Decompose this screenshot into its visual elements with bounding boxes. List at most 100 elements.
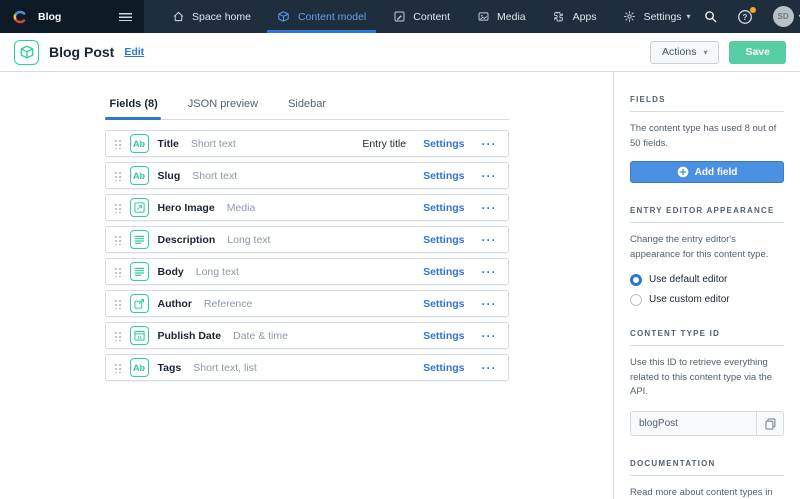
radio-icon[interactable]: [630, 274, 642, 286]
notification-dot: [750, 7, 756, 13]
actions-button[interactable]: Actions ▾: [650, 41, 719, 64]
chevron-down-icon: ▾: [703, 48, 707, 57]
field-settings-link[interactable]: Settings: [423, 298, 464, 310]
field-more-button[interactable]: ···: [482, 234, 497, 246]
nav-item-content-model[interactable]: Content model ▾: [264, 0, 379, 33]
field-name: Title: [158, 138, 179, 150]
drag-handle-icon[interactable]: [114, 362, 121, 373]
search-icon[interactable]: [704, 10, 717, 23]
field-more-button[interactable]: ···: [482, 266, 497, 278]
nav-item-label: Space home: [192, 11, 251, 23]
field-more-button[interactable]: ···: [482, 170, 497, 182]
radio-option-use-default-editor[interactable]: Use default editor: [630, 274, 784, 286]
nav-item-label: Settings: [644, 11, 682, 23]
content-type-icon: [14, 40, 39, 65]
field-row-tags: Ab Tags Short text, list Settings ···: [105, 354, 509, 381]
radio-icon[interactable]: [630, 294, 642, 306]
content-icon: [392, 10, 406, 24]
page-title: Blog Post: [49, 44, 114, 60]
drag-handle-icon[interactable]: [114, 202, 121, 213]
copy-button[interactable]: [756, 411, 784, 436]
tab-json-preview[interactable]: JSON preview: [187, 93, 259, 119]
svg-text:?: ?: [742, 13, 747, 22]
content-type-id-heading: CONTENT TYPE ID: [630, 329, 784, 346]
nav-item-label: Apps: [573, 11, 597, 23]
add-field-button[interactable]: Add field: [630, 161, 784, 183]
drag-handle-icon[interactable]: [114, 138, 121, 149]
field-type-label: Short text, list: [193, 362, 257, 374]
nav-item-media[interactable]: Media ▾: [463, 0, 539, 33]
content-type-id-group: [630, 411, 784, 436]
drag-handle-icon[interactable]: [114, 234, 121, 245]
field-settings-link[interactable]: Settings: [423, 170, 464, 182]
nav-item-content[interactable]: Content ▾: [379, 0, 463, 33]
field-more-button[interactable]: ···: [482, 330, 497, 342]
doc-text: Read more about content types in our: [630, 487, 773, 499]
drag-handle-icon[interactable]: [114, 266, 121, 277]
save-button[interactable]: Save: [729, 41, 786, 64]
help-icon[interactable]: ?: [737, 9, 753, 25]
field-name: Tags: [158, 362, 182, 374]
field-name: Slug: [158, 170, 181, 182]
account-menu[interactable]: SD ▾: [773, 6, 800, 27]
field-settings-link[interactable]: Settings: [423, 138, 464, 150]
media-icon: [476, 10, 490, 24]
svg-text:31: 31: [137, 335, 142, 340]
field-more-button[interactable]: ···: [482, 362, 497, 374]
copy-icon: [765, 418, 776, 430]
chevron-down-icon: ▾: [687, 12, 691, 21]
right-sidebar: FIELDS The content type has used 8 out o…: [613, 72, 800, 499]
field-row-description: Description Long text Settings ···: [105, 226, 509, 253]
field-more-button[interactable]: ···: [482, 202, 497, 214]
short-text-icon: Ab: [130, 358, 149, 377]
field-settings-link[interactable]: Settings: [423, 362, 464, 374]
nav-item-label: Content: [413, 11, 450, 23]
nav-item-apps[interactable]: Apps ▾: [539, 0, 610, 33]
add-field-label: Add field: [695, 167, 738, 178]
field-settings-link[interactable]: Settings: [423, 202, 464, 214]
field-settings-link[interactable]: Settings: [423, 330, 464, 342]
field-type-label: Media: [227, 202, 256, 214]
radio-option-use-custom-editor[interactable]: Use custom editor: [630, 294, 784, 306]
content-model-icon: [277, 10, 291, 24]
field-row-title: Ab Title Short text Entry title Settings…: [105, 130, 509, 157]
space-name: Blog: [38, 11, 109, 23]
tab-fields-8[interactable]: Fields (8): [109, 93, 159, 119]
apps-icon: [552, 10, 566, 24]
fields-usage-text: The content type has used 8 out of 50 fi…: [630, 122, 784, 151]
field-settings-link[interactable]: Settings: [423, 266, 464, 278]
media-field-icon: [130, 198, 149, 217]
content-type-id-input[interactable]: [630, 411, 756, 436]
add-icon: [677, 166, 689, 178]
nav-item-settings[interactable]: Settings ▾: [610, 0, 704, 33]
main-area: Fields (8) JSON preview Sidebar Ab Title S…: [0, 72, 800, 499]
long-text-icon: [130, 230, 149, 249]
field-row-publish-date: 31 Publish Date Date & time Settings ···: [105, 322, 509, 349]
page-header: Blog Post Edit Actions ▾ Save: [0, 33, 800, 72]
content-type-id-description: Use this ID to retrieve everything relat…: [630, 356, 784, 400]
short-text-icon: Ab: [130, 166, 149, 185]
contentful-logo-icon[interactable]: [12, 9, 28, 25]
field-settings-link[interactable]: Settings: [423, 234, 464, 246]
field-more-button[interactable]: ···: [482, 298, 497, 310]
avatar[interactable]: SD: [773, 6, 794, 27]
drag-handle-icon[interactable]: [114, 330, 121, 341]
home-icon: [171, 10, 185, 24]
field-more-button[interactable]: ···: [482, 138, 497, 150]
nav-item-space-home[interactable]: Space home ▾: [158, 0, 264, 33]
long-text-icon: [130, 262, 149, 281]
reference-icon: [130, 294, 149, 313]
tab-sidebar[interactable]: Sidebar: [287, 93, 327, 119]
field-name: Publish Date: [158, 330, 222, 342]
field-type-label: Date & time: [233, 330, 288, 342]
date-icon: 31: [130, 326, 149, 345]
radio-label: Use default editor: [649, 274, 727, 285]
field-row-author: Author Reference Settings ···: [105, 290, 509, 317]
editor-appearance-description: Change the entry editor's appearance for…: [630, 233, 784, 262]
drag-handle-icon[interactable]: [114, 298, 121, 309]
header-actions: Actions ▾ Save: [650, 41, 786, 64]
topnav-right: ? SD ▾: [704, 0, 800, 33]
edit-link[interactable]: Edit: [124, 46, 144, 58]
drag-handle-icon[interactable]: [114, 170, 121, 181]
hamburger-menu-icon[interactable]: [119, 13, 132, 21]
